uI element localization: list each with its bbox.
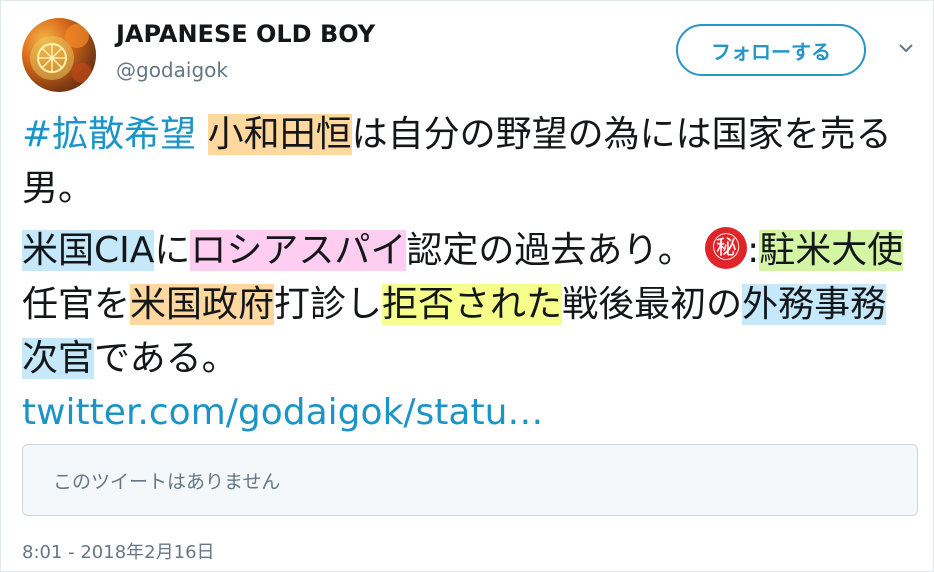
highlight-rejected: 拒否された [382,284,563,325]
avatar-photo [30,24,92,83]
tweet-link[interactable]: twitter.com/godaigok/statu… [22,392,543,433]
text-sounded: 打診し [274,284,383,325]
text-colon: : [747,230,760,271]
quoted-tweet-unavailable: このツイートはありません [22,444,918,516]
text-appointed: 任官を [22,284,131,325]
display-name[interactable]: JAPANESE OLD BOY [116,20,375,48]
highlight-us-cia: 米国CIA [22,230,155,271]
chevron-down-icon[interactable] [898,40,914,56]
highlight-ambassador: 駐米大使 [759,230,904,271]
text-ni: に [154,230,191,271]
tweet-timestamp[interactable]: 8:01 - 2018年2月16日 [22,538,215,564]
highlight-name: 小和田恒 [207,114,352,155]
hashtag-link[interactable]: #拡散希望 [22,114,196,155]
text-certified: 認定の過去あり。 [406,230,694,271]
follow-button[interactable]: フォローする [676,24,866,76]
user-handle[interactable]: @godaigok [116,58,228,82]
follow-button-label: フォローする [711,39,831,64]
text-dearu: である。 [94,338,238,379]
secret-icon: ㊙ [705,227,748,269]
text-postwar: 戦後最初の [562,284,743,325]
highlight-russian-spy: ロシアスパイ [190,230,407,271]
tweet-text: #拡散希望 小和田恒は自分の野望の為には国家を売る男。 米国CIAにロシアスパイ… [22,108,912,440]
highlight-us-gov: 米国政府 [130,284,275,325]
avatar[interactable] [22,18,96,92]
quote-unavailable-text: このツイートはありません [53,470,281,493]
